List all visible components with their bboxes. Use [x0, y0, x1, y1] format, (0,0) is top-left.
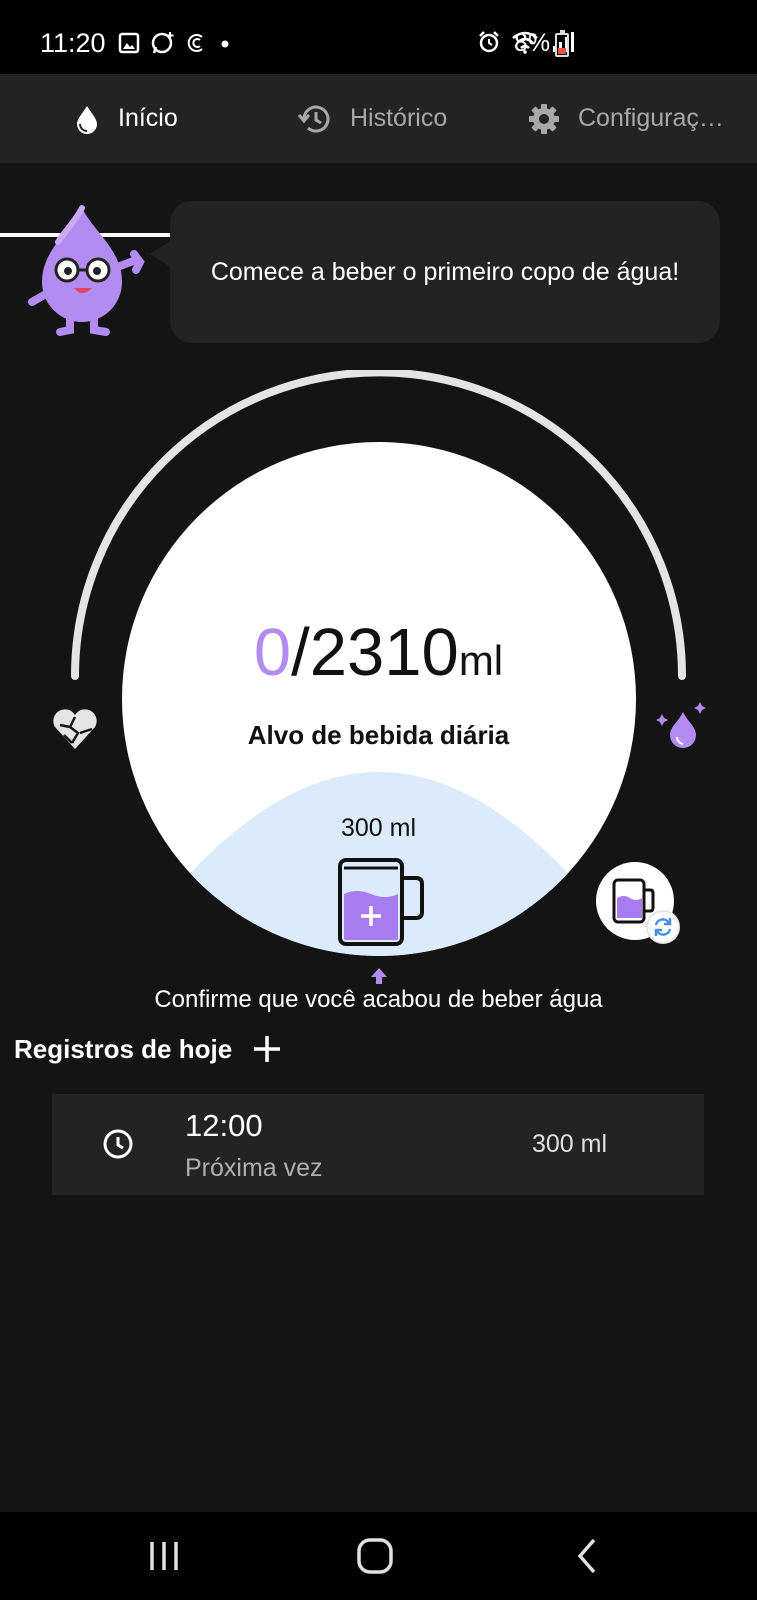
history-icon: [298, 105, 330, 133]
status-time: 11:20: [40, 28, 106, 58]
water-drop-icon: [77, 105, 97, 134]
battery-icon: [555, 30, 569, 57]
speech-bubble-tail: [150, 240, 172, 268]
tab-bar: Início Histórico Configuraç…: [0, 74, 757, 237]
back-button[interactable]: [566, 1534, 610, 1578]
bubble-message: Comece a beber o primeiro copo de água!: [210, 257, 680, 286]
intake-unit: ml: [458, 637, 504, 684]
tab-settings[interactable]: Configuraç…: [528, 74, 724, 163]
tab-settings-label: Configuraç…: [578, 104, 724, 132]
tab-home-label: Início: [118, 104, 178, 132]
add-cup-button[interactable]: [336, 854, 426, 950]
alarm-icon: [479, 31, 499, 53]
app-icon: [187, 34, 203, 52]
tab-home[interactable]: Início: [74, 74, 178, 163]
goal-label: Alvo de bebida diária: [247, 720, 510, 750]
system-nav-bar: [0, 1512, 757, 1600]
refresh-icon: [646, 910, 680, 944]
tab-history[interactable]: Histórico: [298, 74, 447, 163]
drop-mascot-icon: [28, 205, 145, 336]
home-button[interactable]: [353, 1534, 397, 1578]
status-bar: 11:20 6 8%: [0, 0, 757, 74]
water-drop-sparkle-icon: [656, 702, 706, 748]
switch-cup-button[interactable]: [596, 862, 680, 944]
recent-apps-button[interactable]: [142, 1534, 186, 1578]
arrow-up-icon: [371, 968, 387, 984]
intake-gauge: 0/2310ml Alvo de bebida diária 300 ml: [0, 370, 757, 984]
battery-percent: 8%: [514, 29, 551, 57]
speech-bubble: Comece a beber o primeiro copo de água!: [170, 201, 720, 343]
record-subtitle: Próxima vez: [185, 1154, 323, 1182]
dot-icon: [221, 40, 229, 48]
clock-icon: [103, 1129, 133, 1159]
records-title: Registros de hoje: [14, 1034, 233, 1064]
tab-history-label: Histórico: [350, 104, 448, 132]
intake-separator: /: [291, 615, 310, 690]
cup-size-label: 300 ml: [340, 814, 417, 842]
notification-icons: [118, 30, 232, 56]
intake-goal: 2310: [309, 615, 459, 690]
intake-current: 0: [253, 615, 292, 690]
gear-icon: [529, 103, 559, 134]
battery-level: [558, 48, 566, 54]
record-amount: 300 ml: [532, 1130, 608, 1158]
confirm-instruction: Confirme que você acabou de beber água: [154, 986, 603, 1013]
gallery-icon: [118, 32, 140, 54]
broken-heart-icon: [53, 709, 97, 749]
whatsapp-icon: [151, 32, 174, 54]
record-time: 12:00: [185, 1108, 263, 1143]
intake-amount: 0/2310ml: [0, 618, 757, 696]
add-record-button[interactable]: [252, 1034, 282, 1064]
record-row[interactable]: 12:00 Próxima vez 300 ml: [52, 1094, 704, 1195]
